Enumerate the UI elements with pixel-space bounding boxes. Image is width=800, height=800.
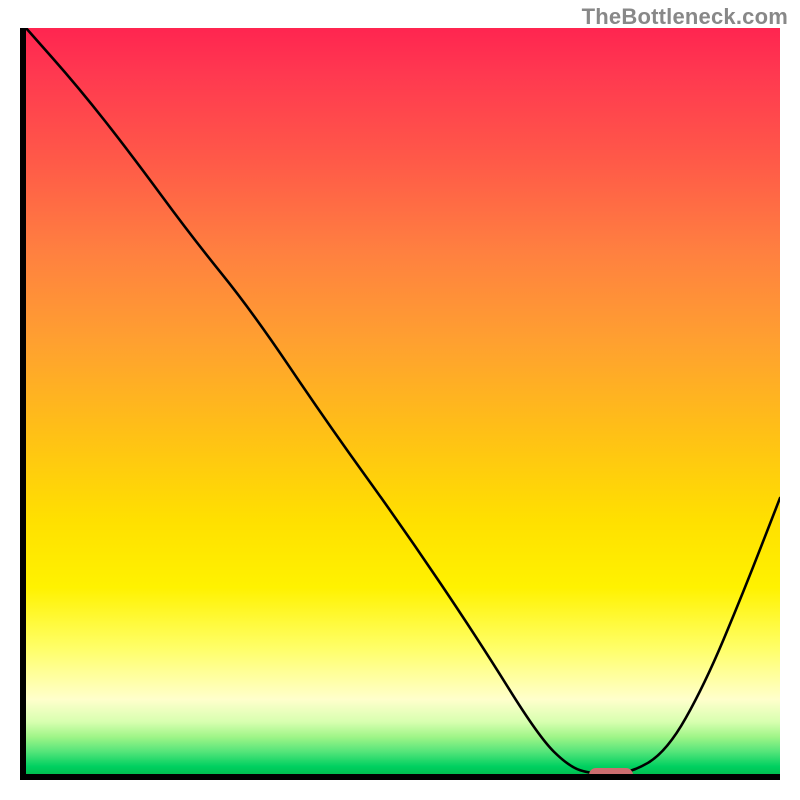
chart-container: TheBottleneck.com bbox=[0, 0, 800, 800]
plot-area bbox=[20, 28, 780, 780]
bottleneck-curve bbox=[26, 28, 780, 774]
watermark-text: TheBottleneck.com bbox=[582, 4, 788, 30]
optimal-point-marker bbox=[589, 768, 633, 780]
